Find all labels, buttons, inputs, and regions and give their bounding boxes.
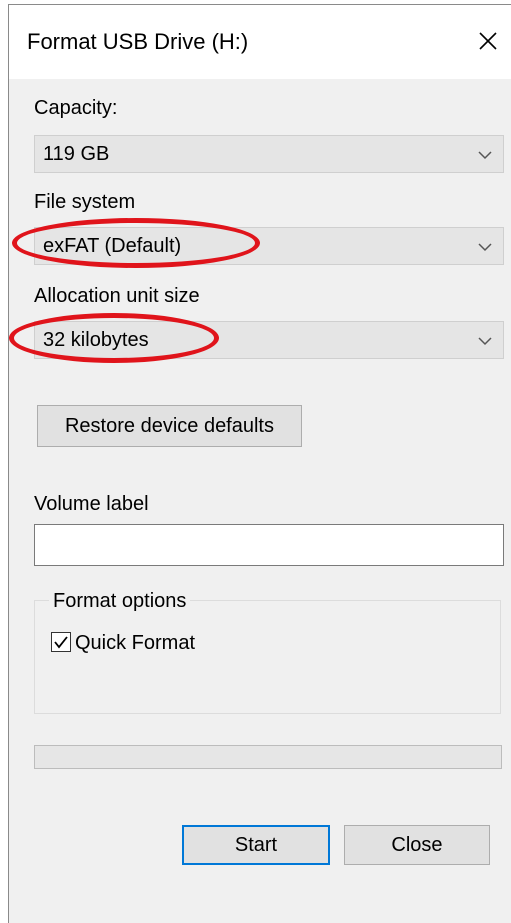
- capacity-value: 119 GB: [43, 143, 110, 165]
- format-progress-bar: [34, 745, 502, 769]
- quick-format-label: Quick Format: [75, 632, 196, 654]
- restore-defaults-button[interactable]: Restore device defaults: [37, 405, 302, 447]
- start-button[interactable]: Start: [182, 825, 330, 865]
- format-options-title: Format options: [49, 590, 191, 613]
- capacity-label: Capacity:: [34, 97, 118, 119]
- window-title: Format USB Drive (H:): [27, 29, 249, 54]
- allocation-value: 32 kilobytes: [43, 329, 149, 351]
- checkmark-icon: [54, 636, 68, 649]
- close-label: Close: [391, 833, 443, 856]
- allocation-dropdown[interactable]: 32 kilobytes: [34, 321, 504, 359]
- chevron-down-icon: [478, 243, 492, 252]
- capacity-dropdown[interactable]: 119 GB: [34, 135, 504, 173]
- volume-label-input[interactable]: [34, 524, 504, 566]
- format-dialog: Format USB Drive (H:) Capacity: 119 GB F…: [8, 4, 511, 923]
- file-system-value: exFAT (Default): [43, 235, 182, 257]
- file-system-label: File system: [34, 191, 136, 213]
- file-system-dropdown[interactable]: exFAT (Default): [34, 227, 504, 265]
- allocation-label: Allocation unit size: [34, 285, 200, 307]
- format-options-group: [34, 600, 501, 714]
- quick-format-checkbox[interactable]: [51, 632, 71, 652]
- close-window-button[interactable]: [471, 21, 505, 61]
- title-bar: Format USB Drive (H:): [9, 5, 511, 79]
- volume-label-label: Volume label: [34, 493, 149, 515]
- start-label: Start: [234, 833, 278, 856]
- close-icon: [479, 32, 497, 50]
- close-button[interactable]: Close: [344, 825, 490, 865]
- chevron-down-icon: [478, 337, 492, 346]
- chevron-down-icon: [478, 151, 492, 160]
- restore-defaults-label: Restore device defaults: [64, 414, 274, 437]
